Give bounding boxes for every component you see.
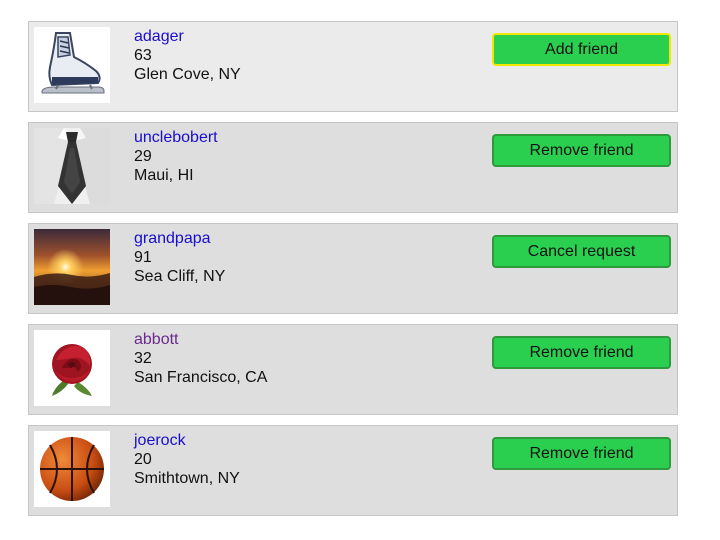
age-text: 20 <box>134 451 152 468</box>
age-text: 63 <box>134 47 152 64</box>
friend-info: unclebobert 29 Maui, HI <box>134 128 218 185</box>
friend-info: joerock 20 Smithtown, NY <box>134 431 240 488</box>
username-link[interactable]: adager <box>134 27 241 46</box>
friend-card: unclebobert 29 Maui, HI Remove friend <box>28 122 678 213</box>
ice-skate-icon <box>34 27 110 103</box>
avatar <box>34 330 110 406</box>
avatar <box>34 431 110 507</box>
age-text: 29 <box>134 148 152 165</box>
cancel-request-button[interactable]: Cancel request <box>492 235 671 268</box>
rose-icon <box>34 330 110 406</box>
location-text: Glen Cove, NY <box>134 66 241 83</box>
remove-friend-button[interactable]: Remove friend <box>492 336 671 369</box>
friend-info: adager 63 Glen Cove, NY <box>134 27 241 84</box>
username-link[interactable]: abbott <box>134 330 267 349</box>
friend-card: joerock 20 Smithtown, NY Remove friend <box>28 425 678 516</box>
friend-card: abbott 32 San Francisco, CA Remove frien… <box>28 324 678 415</box>
age-text: 32 <box>134 350 152 367</box>
remove-friend-button[interactable]: Remove friend <box>492 134 671 167</box>
username-link[interactable]: grandpapa <box>134 229 225 248</box>
friend-list: adager 63 Glen Cove, NY Add friend uncle… <box>28 21 678 526</box>
location-text: Sea Cliff, NY <box>134 268 226 285</box>
remove-friend-button[interactable]: Remove friend <box>492 437 671 470</box>
avatar <box>34 229 110 305</box>
username-link[interactable]: unclebobert <box>134 128 218 147</box>
sunset-icon <box>34 229 110 305</box>
username-link[interactable]: joerock <box>134 431 240 450</box>
friend-card: adager 63 Glen Cove, NY Add friend <box>28 21 678 112</box>
friend-info: abbott 32 San Francisco, CA <box>134 330 267 387</box>
add-friend-button[interactable]: Add friend <box>492 33 671 66</box>
location-text: Maui, HI <box>134 167 194 184</box>
friend-info: grandpapa 91 Sea Cliff, NY <box>134 229 225 286</box>
friend-card: grandpapa 91 Sea Cliff, NY Cancel reques… <box>28 223 678 314</box>
basketball-icon <box>34 431 110 507</box>
location-text: San Francisco, CA <box>134 369 268 386</box>
necktie-icon <box>34 128 110 204</box>
age-text: 91 <box>134 249 152 266</box>
location-text: Smithtown, NY <box>134 470 240 487</box>
avatar <box>34 27 110 103</box>
avatar <box>34 128 110 204</box>
